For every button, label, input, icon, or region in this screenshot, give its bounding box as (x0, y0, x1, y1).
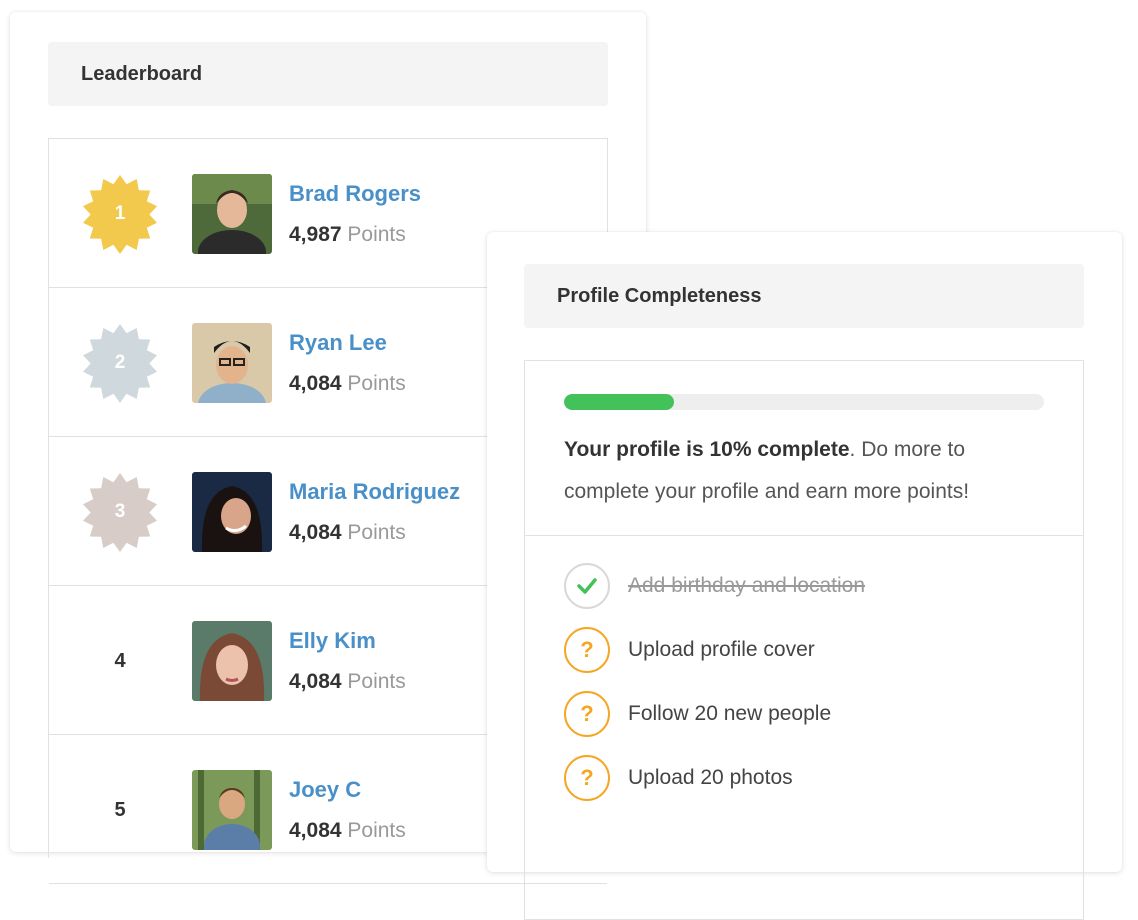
points-label: Points (347, 819, 406, 842)
profile-completeness-body: Your profile is 10% complete. Do more to… (524, 360, 1084, 920)
player-name[interactable]: Brad Rogers (289, 181, 421, 207)
checkmark-icon (564, 563, 610, 609)
task-label: Upload profile cover (628, 638, 815, 661)
avatar[interactable] (192, 472, 272, 552)
profile-summary-bold: Your profile is 10% complete (564, 438, 850, 461)
points-value: 4,084 (289, 372, 342, 395)
rank-badge-icon: 1 (79, 173, 161, 255)
task-item[interactable]: ? Follow 20 new people (564, 691, 831, 737)
profile-completeness-title: Profile Completeness (524, 264, 1084, 328)
question-mark-icon: ? (564, 627, 610, 673)
points-label: Points (347, 223, 406, 246)
rank-badge-icon: 3 (79, 471, 161, 553)
points-label: Points (347, 521, 406, 544)
avatar[interactable] (192, 174, 272, 254)
rank-number: 2 (114, 352, 126, 373)
divider (525, 535, 1083, 536)
task-item[interactable]: ? Upload 20 photos (564, 755, 793, 801)
profile-completeness-card: Profile Completeness Your profile is 10%… (487, 232, 1122, 920)
player-name[interactable]: Ryan Lee (289, 330, 387, 356)
task-label: Follow 20 new people (628, 702, 832, 725)
points-value: 4,084 (289, 521, 342, 544)
rank-number: 1 (114, 203, 126, 224)
points-label: Points (347, 372, 406, 395)
rank-number: 5 (114, 798, 126, 821)
player-name[interactable]: Maria Rodriguez (289, 479, 460, 505)
player-points: 4,987 Points (289, 223, 406, 247)
player-points: 4,084 Points (289, 670, 406, 694)
points-value: 4,084 (289, 670, 342, 693)
question-mark-icon: ? (564, 691, 610, 737)
player-name[interactable]: Elly Kim (289, 628, 376, 654)
progress-bar (564, 394, 1044, 410)
rank-number: 3 (114, 501, 126, 522)
task-item[interactable]: ? Upload profile cover (564, 627, 815, 673)
leaderboard-title: Leaderboard (48, 42, 608, 106)
task-label: Add birthday and location (628, 574, 865, 597)
avatar[interactable] (192, 323, 272, 403)
points-value: 4,987 (289, 223, 342, 246)
task-item[interactable]: Add birthday and location (564, 563, 865, 609)
points-value: 4,084 (289, 819, 342, 842)
task-label: Upload 20 photos (628, 766, 793, 789)
points-label: Points (347, 670, 406, 693)
player-points: 4,084 Points (289, 819, 406, 843)
avatar[interactable] (192, 621, 272, 701)
player-points: 4,084 Points (289, 521, 406, 545)
rank-number: 4 (114, 649, 126, 672)
avatar[interactable] (192, 770, 272, 850)
progress-bar-fill (564, 394, 675, 410)
player-name[interactable]: Joey C (289, 777, 361, 803)
rank-badge-icon: 2 (79, 322, 161, 404)
profile-summary: Your profile is 10% complete. Do more to… (564, 429, 1044, 513)
question-mark-icon: ? (564, 755, 610, 801)
player-points: 4,084 Points (289, 372, 406, 396)
